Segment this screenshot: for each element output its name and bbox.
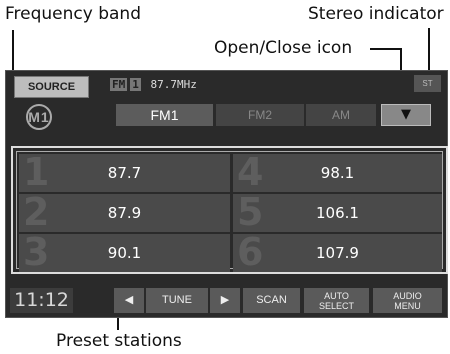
tab-fm1[interactable]: FM1 xyxy=(116,104,213,126)
band-badge: FM xyxy=(110,78,128,91)
preset-3[interactable]: 3 90.1 xyxy=(19,230,230,274)
preset-4[interactable]: 4 98.1 xyxy=(233,150,442,194)
band-indicator: FM 1 87.7MHz xyxy=(110,78,197,91)
preset-grid-inner: 1 87.7 2 87.9 3 90.1 4 98.1 5 106.1 6 10… xyxy=(16,150,443,274)
source-button[interactable]: SOURCE xyxy=(14,76,89,98)
preset-grid: 1 87.7 2 87.9 3 90.1 4 98.1 5 106.1 6 10… xyxy=(11,146,448,274)
audio-menu-line1: AUDIO xyxy=(393,291,422,301)
preset-6[interactable]: 6 107.9 xyxy=(233,230,442,274)
callout-stereo-indicator: Stereo indicator xyxy=(308,4,444,24)
current-frequency: 87.7MHz xyxy=(150,78,197,91)
scan-button[interactable]: SCAN xyxy=(243,288,300,313)
memory-indicator: M1 xyxy=(26,104,52,130)
preset-frequency: 107.9 xyxy=(316,244,359,262)
preset-1[interactable]: 1 87.7 xyxy=(19,150,230,194)
callout-open-close-icon: Open/Close icon xyxy=(214,38,353,58)
preset-number: 1 xyxy=(23,150,50,194)
callout-preset-stations: Preset stations xyxy=(56,331,182,351)
auto-select-line2: SELECT xyxy=(318,301,354,311)
tab-am[interactable]: AM xyxy=(306,104,376,126)
audio-menu-line2: MENU xyxy=(394,301,421,311)
preset-number: 6 xyxy=(237,230,264,274)
preset-frequency: 90.1 xyxy=(107,244,142,262)
leader-open-close xyxy=(370,48,402,50)
auto-select-line1: AUTO xyxy=(324,291,349,301)
audio-menu-button[interactable]: AUDIO MENU xyxy=(373,288,442,313)
arrow-left-icon: ◀ xyxy=(124,294,134,306)
tune-label: TUNE xyxy=(146,288,208,313)
callout-frequency-band: Frequency band xyxy=(5,4,141,24)
preset-frequency: 87.7 xyxy=(107,164,142,182)
open-close-icon: ▼ xyxy=(401,107,411,122)
preset-frequency: 87.9 xyxy=(107,204,142,222)
preset-number: 3 xyxy=(23,230,50,274)
band-number: 1 xyxy=(130,78,141,91)
memory-icon: M1 xyxy=(26,104,52,130)
auto-select-button[interactable]: AUTO SELECT xyxy=(304,288,369,313)
clock: 11:12 xyxy=(10,288,73,313)
preset-number: 5 xyxy=(237,190,264,234)
tune-down-button[interactable]: ◀ xyxy=(114,288,144,313)
stereo-indicator: ST xyxy=(414,75,441,92)
preset-5[interactable]: 5 106.1 xyxy=(233,190,442,234)
preset-number: 4 xyxy=(237,150,264,194)
bottom-bar: 11:12 ◀ TUNE ▶ SCAN AUTO SELECT AUDIO ME… xyxy=(6,286,447,316)
preset-frequency: 98.1 xyxy=(320,164,355,182)
open-close-button[interactable]: ▼ xyxy=(381,104,431,126)
tab-fm2[interactable]: FM2 xyxy=(216,104,304,126)
preset-number: 2 xyxy=(23,190,50,234)
arrow-right-icon: ▶ xyxy=(220,294,230,306)
preset-frequency: 106.1 xyxy=(316,204,359,222)
tune-up-button[interactable]: ▶ xyxy=(210,288,240,313)
audio-screen: SOURCE FM 1 87.7MHz ST M1 FM1 FM2 AM ▼ 1 … xyxy=(5,70,448,318)
preset-2[interactable]: 2 87.9 xyxy=(19,190,230,234)
